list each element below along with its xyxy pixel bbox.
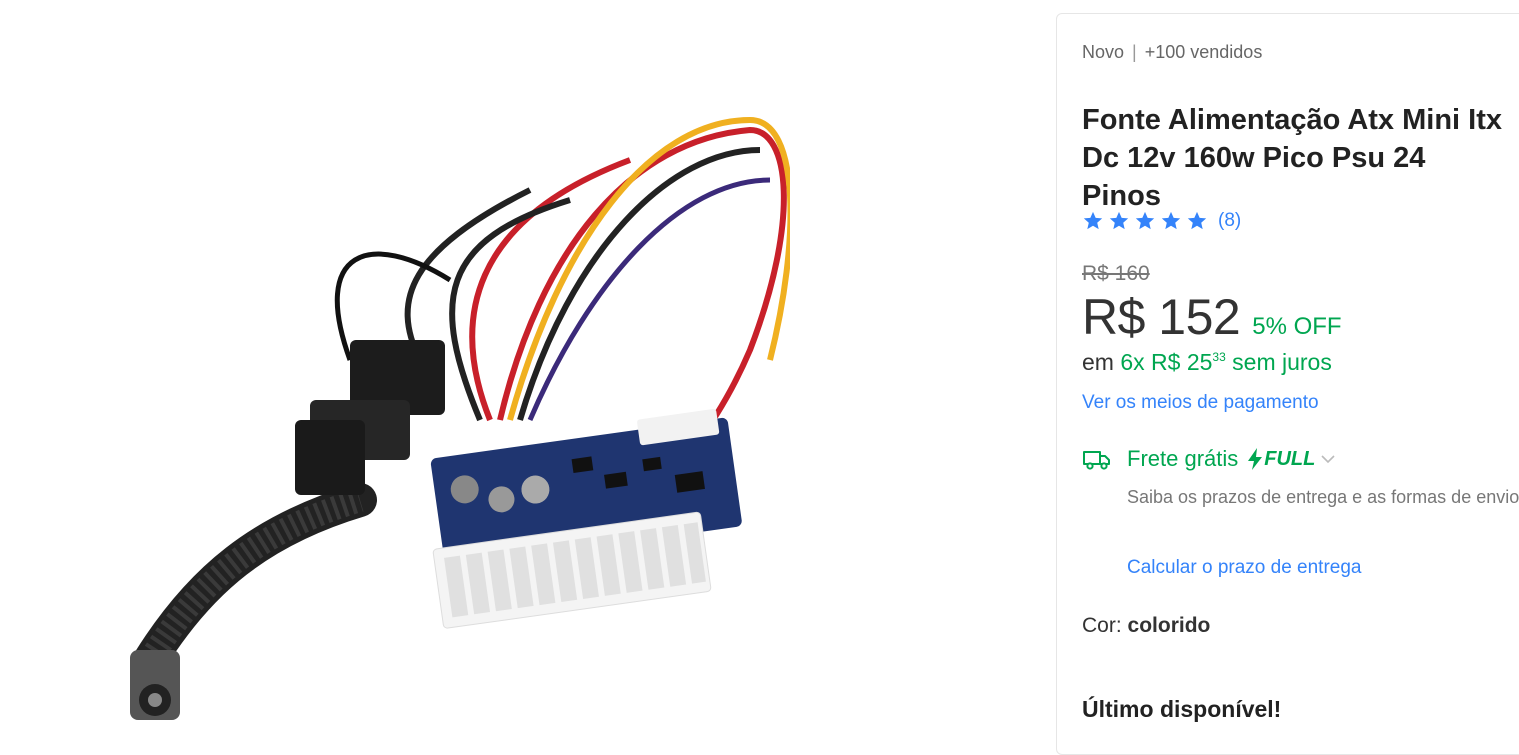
lightning-icon [1248,448,1263,470]
price-row: R$ 152 5% OFF [1082,288,1342,346]
truck-icon [1083,451,1110,470]
star-icon [1109,211,1129,230]
chevron-down-icon[interactable] [1321,454,1335,464]
installment-cents: 33 [1212,350,1226,364]
installment-value: R$ 25 [1151,349,1213,375]
product-image[interactable] [110,100,790,720]
star-icon [1187,211,1207,230]
discount-badge: 5% OFF [1252,313,1342,340]
sold-count: +100 vendidos [1144,42,1263,62]
shipping-description: Saiba os prazos de entrega e as formas d… [1127,487,1519,507]
free-shipping-line[interactable]: Frete grátis FULL [1127,446,1335,472]
star-icon [1083,211,1103,230]
installment-count: 6x [1120,349,1145,375]
full-badge: FULL [1248,448,1315,471]
star-icon [1161,211,1181,230]
rating-stars [1082,210,1208,232]
star-icon [1135,211,1155,230]
stock-message: Último disponível! [1082,696,1282,722]
original-price: R$ 160 [1082,262,1150,285]
subtitle-separator: | [1132,42,1137,62]
condition-label: Novo [1082,42,1125,62]
color-value: colorido [1127,614,1211,637]
product-subtitle: Novo | +100 vendidos [1082,42,1262,63]
full-badge-text: FULL [1264,447,1316,470]
installments: em 6x R$ 2533 sem juros [1082,349,1332,376]
product-info-panel: Novo | +100 vendidos Fonte Alimentação Atx… [1056,13,1519,755]
installment-suffix: sem juros [1232,349,1332,375]
product-image-area [0,0,1000,727]
color-selector: Cor: colorido [1082,614,1210,638]
review-count-link[interactable]: (8) [1218,210,1241,232]
product-title: Fonte Alimentação Atx Mini Itx Dc 12v 16… [1082,104,1503,213]
calculate-delivery-link[interactable]: Calcular o prazo de entrega [1127,557,1361,579]
color-label: Cor: [1082,614,1122,637]
installment-prefix: em [1082,349,1114,375]
payment-methods-link[interactable]: Ver os meios de pagamento [1082,392,1319,414]
rating[interactable]: (8) [1082,210,1241,232]
current-price: R$ 152 [1082,289,1241,345]
free-shipping-label: Frete grátis [1127,446,1239,471]
